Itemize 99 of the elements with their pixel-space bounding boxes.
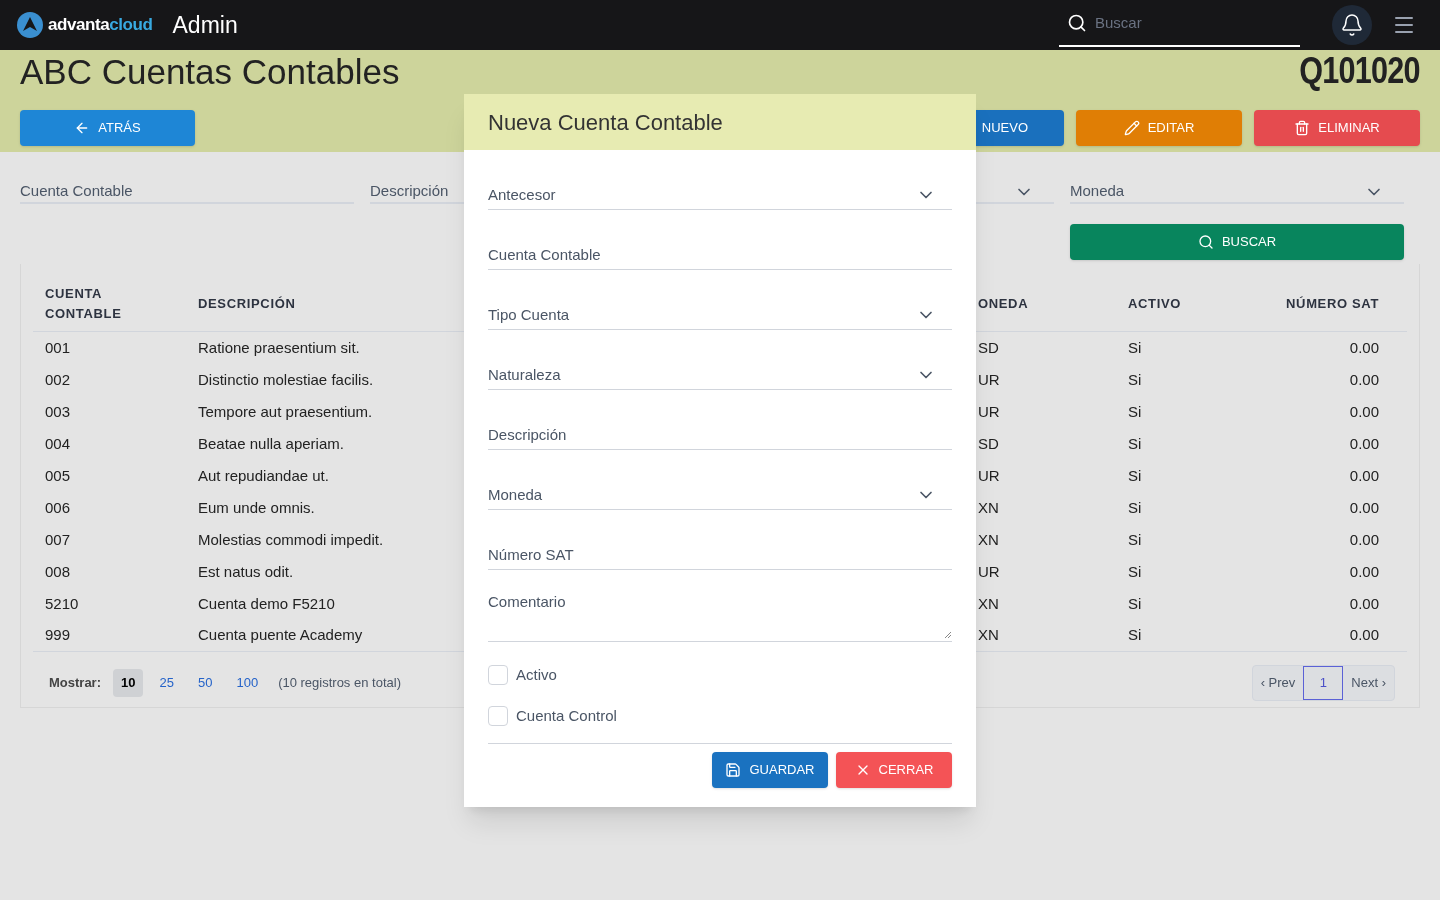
table-cell-text: 0.00 [1348, 625, 1380, 646]
logo-text: advantacloud [48, 14, 153, 37]
table-cell-text: Si [1127, 401, 1143, 422]
select-field[interactable]: Moneda [488, 482, 952, 510]
table-cell-text: 004 [44, 433, 72, 454]
table-cell-text: 0.00 [1348, 497, 1380, 518]
table-cell-text: 007 [44, 529, 72, 550]
bell-icon [1340, 13, 1364, 37]
table-cell-text: XN [978, 529, 1000, 550]
table-cell-text: UR [978, 465, 1001, 486]
select-field[interactable]: Antecesor [488, 182, 952, 210]
table-cell-text: Cuenta puente Academy [197, 625, 364, 646]
page-size-label: Mostrar: [49, 674, 101, 693]
table-cell-text: 001 [44, 337, 72, 358]
checkbox[interactable] [488, 705, 508, 726]
logo-icon [16, 11, 44, 39]
table-cell-text: 0.00 [1348, 369, 1380, 390]
input-field[interactable]: Cuenta Contable [488, 242, 952, 270]
checkbox-label: Cuenta Control [516, 705, 617, 726]
table-cell-text: Si [1127, 337, 1143, 358]
table-cell-text: 999 [44, 625, 72, 646]
record-count: (10 registros en total) [278, 674, 401, 693]
table-cell-text: 0.00 [1348, 593, 1380, 614]
table-cell-text: UR [978, 369, 1001, 390]
checkbox[interactable] [488, 665, 508, 686]
table-cell-text: Si [1127, 561, 1143, 582]
table-cell-text: XN [978, 625, 1000, 646]
table-cell-text: 002 [44, 369, 72, 390]
page-size-option[interactable]: 10 [113, 669, 144, 697]
input-field[interactable]: Descripción [488, 422, 952, 450]
table-cell-text: Ratione praesentium sit. [197, 337, 361, 358]
notifications-button[interactable] [1332, 5, 1372, 45]
save-button[interactable]: GUARDAR [712, 752, 828, 788]
table-cell-text: SD [978, 337, 1000, 358]
table-cell-text: Si [1127, 433, 1143, 454]
app-title: Admin [172, 10, 238, 40]
table-cell-text: 008 [44, 561, 72, 582]
close-button[interactable]: CERRAR [836, 752, 952, 788]
table-cell-text: Si [1127, 369, 1143, 390]
page-size-option[interactable]: 50 [189, 669, 221, 697]
table-cell-text: Distinctio molestiae facilis. [197, 369, 375, 390]
comment-textarea[interactable]: Comentario [488, 570, 952, 642]
table-cell-text: 005 [44, 465, 72, 486]
back-button[interactable]: ATRÁS [20, 110, 195, 146]
search-icon [1197, 234, 1214, 250]
search-button[interactable]: BUSCAR [1070, 224, 1404, 260]
table-cell-text: 0.00 [1348, 561, 1380, 582]
table-cell-text: Si [1127, 529, 1143, 550]
table-cell-text: UR [978, 401, 1001, 422]
column-header: DESCRIPCIÓN [197, 294, 297, 313]
input-field[interactable]: Número SAT [488, 542, 952, 570]
table-cell-text: 0.00 [1348, 337, 1380, 358]
select-field[interactable]: Moneda [1070, 180, 1404, 204]
column-header: NÚMERO SAT [1285, 294, 1380, 313]
page-size-option[interactable]: 100 [228, 669, 267, 697]
column-header: ACTIVO [1127, 294, 1182, 313]
checkbox-label: Activo [516, 665, 557, 685]
table-cell-text: Eum unde omnis. [197, 497, 316, 518]
select-field[interactable]: Tipo Cuenta [488, 302, 952, 330]
delete-button[interactable]: ELIMINAR [1254, 110, 1420, 146]
table-cell-text: SD [978, 433, 1000, 454]
table-cell-text: Si [1127, 593, 1143, 614]
pencil-icon [1123, 120, 1140, 136]
table-cell-text: XN [978, 497, 1000, 518]
table-cell-text: 0.00 [1348, 465, 1380, 486]
table-cell-text: Aut repudiandae ut. [197, 465, 330, 486]
page-number[interactable]: 1 [1303, 666, 1344, 700]
prev-page-button[interactable]: ‹ Prev [1252, 666, 1304, 700]
table-cell-text: Tempore aut praesentium. [197, 401, 374, 422]
column-header: CUENTA CONTABLE [44, 284, 123, 323]
table-cell-text: 5210 [44, 593, 80, 614]
next-page-button[interactable]: Next › [1343, 666, 1394, 700]
column-header: ONEDA [978, 294, 1030, 313]
record-code: Q101020 [1299, 53, 1420, 89]
table-cell-text: Si [1127, 465, 1143, 486]
table-cell-text: Est natus odit. [197, 561, 295, 582]
table-cell-text: Si [1127, 497, 1143, 518]
search-field[interactable]: Buscar [1059, 1, 1300, 47]
table-cell-text: Cuenta demo F5210 [197, 593, 336, 614]
table-cell-text: UR [978, 561, 1001, 582]
trash-icon [1294, 120, 1311, 136]
page-title: ABC Cuentas Contables [20, 53, 400, 89]
table-cell-text: 0.00 [1348, 529, 1380, 550]
table-cell-text: XN [978, 593, 1000, 614]
table-cell-text: 0.00 [1348, 433, 1380, 454]
table-cell-text: Si [1127, 625, 1143, 646]
search-input[interactable]: Buscar [1095, 11, 1275, 35]
table-cell-text: Molestias commodi impedit. [197, 529, 385, 550]
resize-handle-icon [944, 631, 952, 639]
modal-title: Nueva Cuenta Contable [488, 108, 723, 137]
table-cell-text: Beatae nulla aperiam. [197, 433, 345, 454]
page-size-option[interactable]: 25 [151, 669, 182, 697]
search-icon [1067, 13, 1087, 33]
table-cell-text: 003 [44, 401, 72, 422]
table-cell-text: 0.00 [1348, 401, 1380, 422]
input-field[interactable]: Cuenta Contable [20, 180, 354, 204]
save-icon [725, 762, 742, 778]
table-cell-text: 006 [44, 497, 72, 518]
select-field[interactable]: Naturaleza [488, 362, 952, 390]
